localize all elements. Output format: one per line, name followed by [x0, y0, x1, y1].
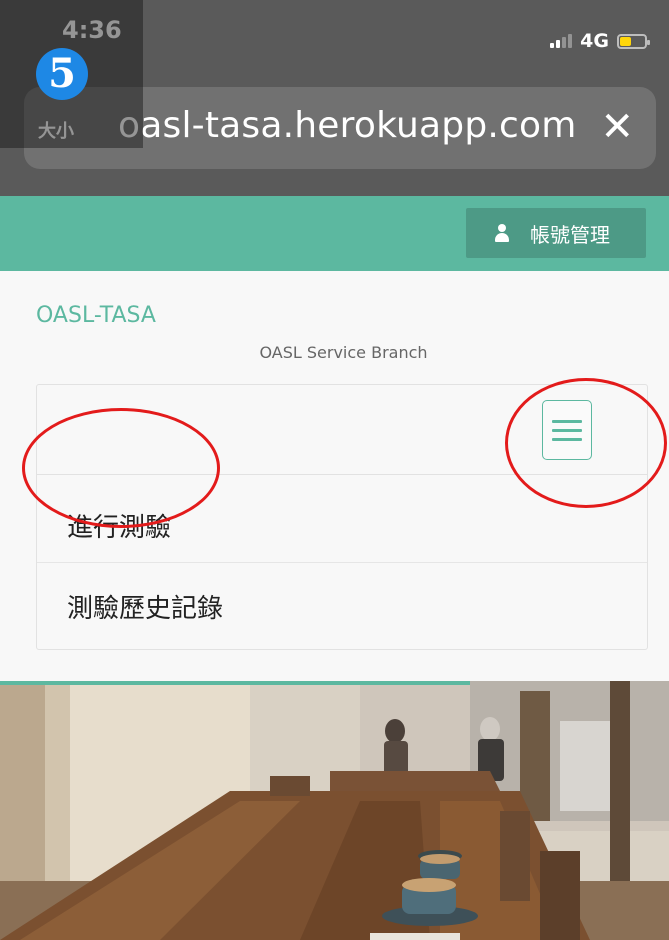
url-text[interactable]: oasl-tasa.herokuapp.com: [118, 105, 577, 146]
browser-chrome: 4:36 4G 大小 oasl-tasa.herokuapp.com ✕ 5: [0, 0, 669, 196]
menu-toggle-button[interactable]: [542, 400, 592, 460]
site-top-bar: 帳號管理: [0, 196, 669, 271]
cafe-table-image: [0, 681, 669, 940]
battery-icon: [617, 33, 650, 49]
step-badge: 5: [36, 48, 88, 100]
signal-icon: [550, 34, 573, 48]
hero-photo: [0, 681, 669, 940]
network-type: 4G: [580, 30, 609, 52]
status-indicators: 4G: [550, 30, 650, 52]
navbar-header: [37, 385, 647, 475]
nav-item-test-history[interactable]: 測驗歷史記錄: [67, 588, 223, 625]
account-button-label: 帳號管理: [530, 222, 610, 247]
page-header: OASL-TASA OASL Service Branch 進行測驗 測驗歷史記…: [0, 271, 669, 681]
navigation-menu: 進行測驗 測驗歷史記錄: [36, 384, 648, 650]
site-brand-link[interactable]: OASL-TASA: [36, 303, 156, 328]
site-tagline: OASL Service Branch: [259, 343, 428, 362]
nav-divider: [37, 562, 647, 563]
account-management-button[interactable]: 帳號管理: [466, 208, 646, 258]
nav-item-start-test[interactable]: 進行測驗: [67, 507, 171, 544]
user-icon: [494, 224, 510, 242]
photo-top-accent: [0, 681, 470, 685]
close-icon[interactable]: ✕: [600, 103, 634, 151]
